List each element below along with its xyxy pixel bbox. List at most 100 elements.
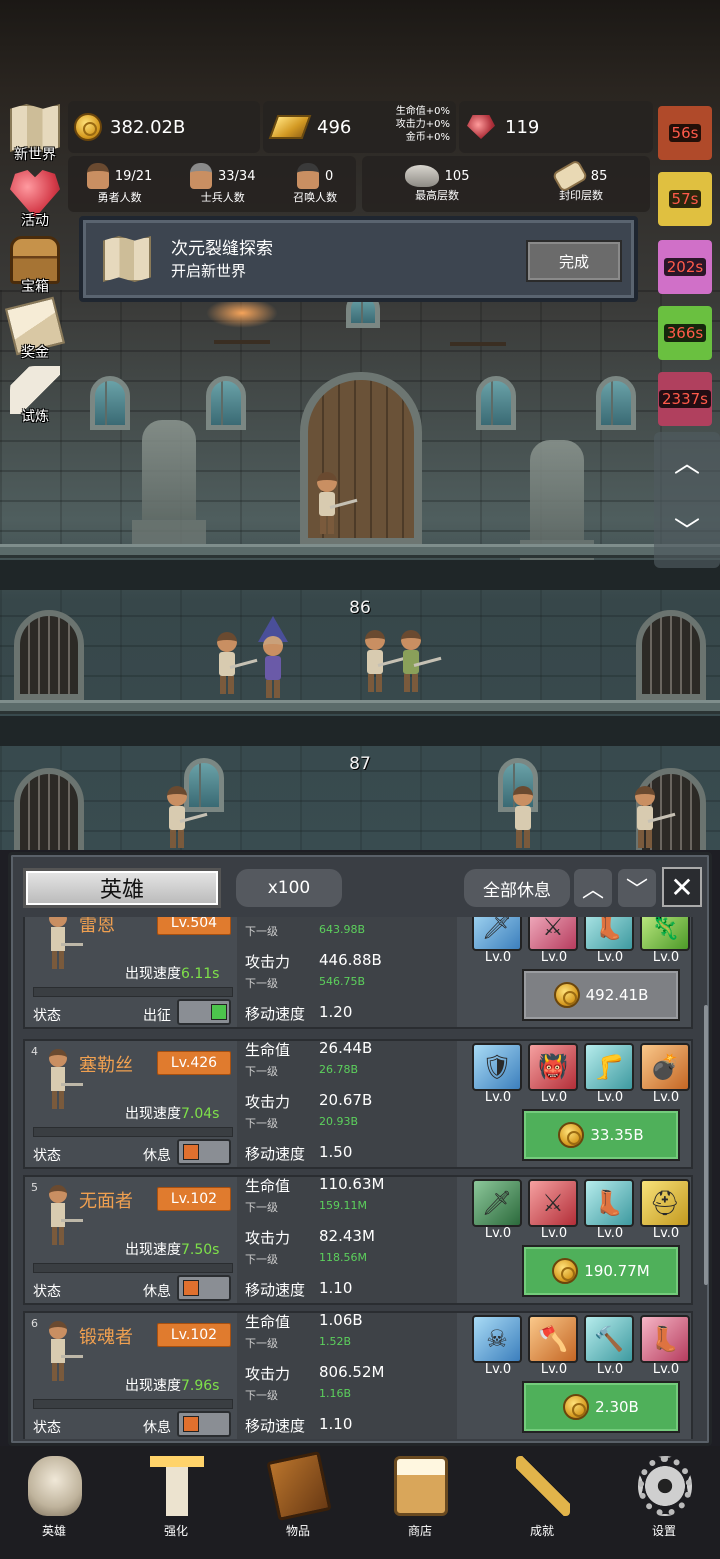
equip-slot[interactable]: ⚔ Lv.0 xyxy=(528,1179,580,1241)
equip-slot[interactable]: ☠ Lv.0 xyxy=(472,1315,524,1377)
summon-icon xyxy=(297,163,320,189)
quest-complete-button[interactable]: 完成 xyxy=(526,240,622,282)
menu-bonus[interactable]: 奖金 xyxy=(2,296,68,366)
book-icon xyxy=(266,1451,332,1521)
sword-icon: 🗡 xyxy=(472,917,522,951)
boots-icon: 👢 xyxy=(584,917,634,951)
equip-slot[interactable]: 👢 Lv.0 xyxy=(640,1315,692,1377)
list-scrollbar[interactable] xyxy=(704,1005,708,1285)
side-door xyxy=(14,768,84,850)
sort-up-button[interactable]: ︿ xyxy=(574,869,612,907)
hero-name: 锻魂者 xyxy=(79,1327,133,1348)
gem-counter: 119 xyxy=(459,101,653,153)
mode-label: 休息 xyxy=(143,1148,171,1164)
hero-level-badge: Lv.102 xyxy=(157,1323,231,1347)
shield-icon: 🛡 xyxy=(472,1043,522,1091)
boots-icon: 👢 xyxy=(640,1315,690,1363)
level-up-button[interactable]: 2.30B xyxy=(522,1381,680,1433)
side-door xyxy=(636,610,706,700)
menu-chest[interactable]: 宝箱 xyxy=(2,236,68,300)
floor-stats: 105 最高层数 85 封印层数 xyxy=(362,156,650,212)
equip-slot[interactable]: 👢 Lv.0 xyxy=(584,917,636,965)
hero-stats: 生命值 26.44B 下一级 26.78B 攻击力 20.67B 下一级 20.93B … xyxy=(237,1039,457,1167)
knight-statue xyxy=(132,420,206,546)
gold-bar-icon xyxy=(268,115,312,139)
deploy-toggle[interactable] xyxy=(177,1411,231,1437)
summon-count: 0 召唤人数 xyxy=(293,163,337,205)
timer-4[interactable]: 366s xyxy=(656,304,714,362)
coin-icon xyxy=(552,1258,579,1284)
menu-trial[interactable]: 试炼 xyxy=(2,366,68,430)
mode-label: 休息 xyxy=(143,1284,171,1300)
scroll-up-button[interactable]: ︿ xyxy=(673,450,701,478)
spawn-speed: 出现速度6.11s xyxy=(125,966,220,982)
deploy-toggle[interactable] xyxy=(177,1139,231,1165)
timer-1[interactable]: 56s xyxy=(656,104,714,162)
sword-icon: 🗡 xyxy=(472,1179,522,1227)
nav-upgrade[interactable]: 强化 xyxy=(136,1452,216,1552)
equip-slot[interactable]: 👢 Lv.0 xyxy=(584,1179,636,1241)
equip-slot[interactable]: 🪓 Lv.0 xyxy=(528,1315,580,1377)
gem-icon xyxy=(467,115,495,139)
level-up-button[interactable]: 492.41B xyxy=(522,969,680,1021)
hero-sprite xyxy=(316,472,358,534)
equip-slot[interactable]: 🦎 Lv.0 xyxy=(640,917,692,965)
hero-portrait xyxy=(43,1185,83,1255)
hero-name: 塞勒丝 xyxy=(79,1055,133,1076)
multiplier-button[interactable]: x100 xyxy=(236,869,342,907)
timer-3[interactable]: 202s xyxy=(656,238,714,296)
mode-label: 休息 xyxy=(143,1420,171,1436)
nav-items[interactable]: 物品 xyxy=(258,1451,338,1552)
tab-heroes[interactable]: 英雄 xyxy=(23,868,221,908)
menu-new-world[interactable]: 新世界 xyxy=(2,104,68,168)
castle-floor xyxy=(0,544,720,558)
timer-2[interactable]: 57s xyxy=(656,170,714,228)
equip-slot[interactable]: 🦵 Lv.0 xyxy=(584,1043,636,1105)
scroll-down-button[interactable]: ﹀ xyxy=(673,518,701,546)
level-up-button[interactable]: 33.35B xyxy=(522,1109,680,1161)
deploy-toggle[interactable] xyxy=(177,999,231,1025)
hero-sprite xyxy=(400,630,442,692)
hero-panel: 英雄 x100 全部休息 ︿ ﹀ ✕ 3 雷恩 Lv.504 出现速度6.11s… xyxy=(8,852,712,1446)
hero-name: 雷恩 xyxy=(79,917,115,936)
equip-slot[interactable]: 🔨 Lv.0 xyxy=(584,1315,636,1377)
sort-down-button[interactable]: ﹀ xyxy=(618,869,656,907)
mode-label: 出征 xyxy=(143,1008,171,1024)
rock-icon xyxy=(404,165,439,187)
timer-5[interactable]: 2337s xyxy=(656,370,714,428)
level-up-button[interactable]: 190.77M xyxy=(522,1245,680,1297)
coin-icon xyxy=(558,1122,585,1148)
equip-slot[interactable]: ⛑ Lv.0 xyxy=(640,1179,692,1241)
hero-stats: 生命值 1.06B 下一级 1.52B 攻击力 806.52M 下一级 1.16B 移动… xyxy=(237,1311,457,1439)
map-icon xyxy=(103,236,151,282)
hero-rank: 3 xyxy=(31,917,38,918)
monster-icon: 👹 xyxy=(528,1043,578,1091)
spawn-speed: 出现速度7.50s xyxy=(125,1242,220,1258)
nav-shop[interactable]: 商店 xyxy=(380,1452,460,1552)
coin-icon xyxy=(74,113,102,141)
hero-card: 6 锻魂者 Lv.102 出现速度7.96s 状态 休息 生命值 1.06B 下一… xyxy=(23,1311,693,1439)
window xyxy=(596,376,636,430)
equip-slot[interactable]: 👹 Lv.0 xyxy=(528,1043,580,1105)
menu-event[interactable]: 活动 xyxy=(2,170,68,234)
deploy-toggle[interactable] xyxy=(177,1275,231,1301)
equip-slot[interactable]: 🗡 Lv.0 xyxy=(472,917,524,965)
hero-rank: 5 xyxy=(31,1181,38,1194)
window xyxy=(476,376,516,430)
hero-portrait xyxy=(43,1321,83,1391)
nav-achievements[interactable]: 成就 xyxy=(502,1452,582,1552)
quest-title: 次元裂缝探索 xyxy=(171,239,273,259)
bottom-nav: 英雄 强化 物品 商店 成就 设置 xyxy=(0,1446,720,1559)
equip-slot[interactable]: 🛡 Lv.0 xyxy=(472,1043,524,1105)
hero-sprite xyxy=(364,630,406,692)
nav-settings[interactable]: 设置 xyxy=(624,1452,704,1552)
equip-slot[interactable]: ⚔ Lv.0 xyxy=(528,917,580,965)
rest-all-button[interactable]: 全部休息 xyxy=(464,869,570,907)
close-button[interactable]: ✕ xyxy=(662,867,702,907)
equip-slot[interactable]: 💣 Lv.0 xyxy=(640,1043,692,1105)
hero-sprite xyxy=(216,632,258,694)
nav-heroes[interactable]: 英雄 xyxy=(14,1452,94,1552)
boots-icon: 👢 xyxy=(584,1179,634,1227)
equip-slot[interactable]: 🗡 Lv.0 xyxy=(472,1179,524,1241)
hero-level-badge: Lv.426 xyxy=(157,1051,231,1075)
